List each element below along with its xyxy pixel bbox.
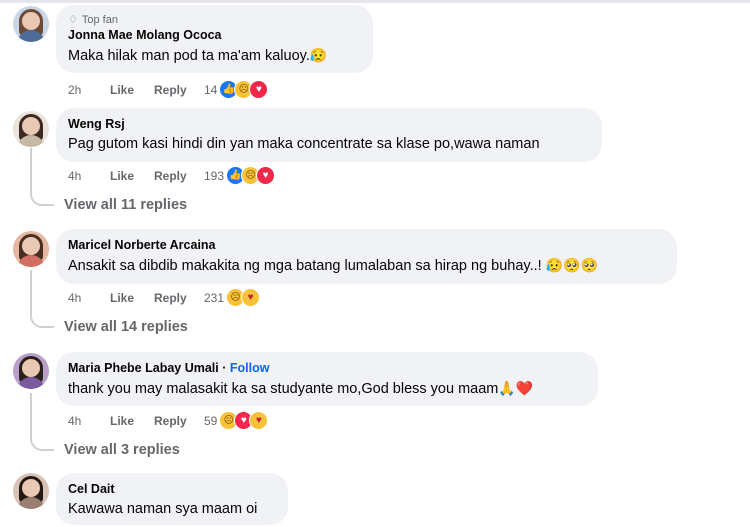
commenter-name[interactable]: Maricel Norberte Arcaina bbox=[68, 237, 665, 253]
sad-emoji: 😥 bbox=[309, 47, 328, 63]
comment-bubble: Maria Phebe Labay Umali · Follow thank y… bbox=[56, 352, 598, 406]
comment-text-content: Maka hilak man pod ta ma'am kaluoy. bbox=[68, 48, 310, 64]
comment-actions: 4h Like Reply 193 👍 ☹ ♥ bbox=[68, 166, 276, 185]
reply-button[interactable]: Reply bbox=[154, 414, 200, 428]
follow-button[interactable]: Follow bbox=[230, 361, 270, 375]
view-replies-link[interactable]: View all 14 replies bbox=[64, 319, 188, 335]
timestamp[interactable]: 2h bbox=[68, 83, 110, 97]
comment-text: Ansakit sa dibdib makakita ng mga batang… bbox=[68, 255, 665, 276]
like-button[interactable]: Like bbox=[110, 291, 154, 305]
top-fan-badge: ♢ Top fan bbox=[68, 13, 361, 27]
commenter-name[interactable]: Maria Phebe Labay Umali bbox=[68, 361, 219, 375]
view-replies-link[interactable]: View all 11 replies bbox=[64, 197, 187, 213]
timestamp[interactable]: 4h bbox=[68, 169, 110, 183]
reply-thread-line bbox=[30, 270, 54, 328]
comment-actions: 4h Like Reply 59 ☹ ♥ ♥ bbox=[68, 411, 269, 430]
reaction-icons[interactable]: ☹ ♥ bbox=[226, 288, 261, 307]
timestamp[interactable]: 4h bbox=[68, 414, 110, 428]
avatar[interactable] bbox=[13, 6, 49, 42]
comment-text: Kawawa naman sya maam oi bbox=[68, 501, 258, 517]
reaction-count[interactable]: 193 bbox=[204, 169, 224, 183]
comment-actions: 4h Like Reply 231 ☹ ♥ bbox=[68, 288, 261, 307]
comment-actions: 2h Like Reply 14 👍 ☹ ♥ bbox=[68, 80, 269, 99]
reaction-icons[interactable]: 👍 ☹ ♥ bbox=[226, 166, 276, 185]
commenter-name[interactable]: Jonna Mae Molang Ococa bbox=[68, 27, 361, 43]
avatar[interactable] bbox=[13, 111, 49, 147]
view-replies-link[interactable]: View all 3 replies bbox=[64, 442, 180, 458]
reply-thread-line bbox=[30, 148, 54, 206]
comment-text: Maka hilak man pod ta ma'am kaluoy.😥 bbox=[68, 45, 361, 66]
like-button[interactable]: Like bbox=[110, 83, 154, 97]
reply-thread-line bbox=[30, 393, 54, 451]
reaction-count[interactable]: 14 bbox=[204, 83, 217, 97]
comment-bubble: ♢ Top fan Jonna Mae Molang Ococa Maka hi… bbox=[56, 5, 373, 73]
comment-text-content: Ansakit sa dibdib makakita ng mga batang… bbox=[68, 258, 542, 274]
care-icon: ♥ bbox=[241, 288, 261, 307]
like-button[interactable]: Like bbox=[110, 414, 154, 428]
comment-text: thank you may malasakit ka sa studyante … bbox=[68, 378, 586, 399]
prayer-heart-emojis: 🙏❤️ bbox=[498, 380, 534, 396]
love-icon: ♥ bbox=[249, 80, 269, 99]
commenter-name[interactable]: Cel Dait bbox=[68, 481, 276, 497]
avatar[interactable] bbox=[13, 231, 49, 267]
comment-text: Pag gutom kasi hindi din yan maka concen… bbox=[68, 136, 540, 152]
diamond-icon: ♢ bbox=[68, 14, 78, 26]
commenter-line: Maria Phebe Labay Umali · Follow bbox=[68, 360, 586, 376]
reply-button[interactable]: Reply bbox=[154, 83, 200, 97]
like-button[interactable]: Like bbox=[110, 169, 154, 183]
badge-label: Top fan bbox=[81, 14, 118, 26]
comment-bubble: Weng Rsj Pag gutom kasi hindi din yan ma… bbox=[56, 108, 602, 162]
reply-button[interactable]: Reply bbox=[154, 169, 200, 183]
reaction-icons[interactable]: 👍 ☹ ♥ bbox=[219, 80, 269, 99]
comment-text-content: thank you may malasakit ka sa studyante … bbox=[68, 381, 499, 397]
reaction-icons[interactable]: ☹ ♥ ♥ bbox=[219, 411, 269, 430]
timestamp[interactable]: 4h bbox=[68, 291, 110, 305]
avatar[interactable] bbox=[13, 473, 49, 509]
reaction-count[interactable]: 59 bbox=[204, 414, 217, 428]
crying-emojis: 😥🥺🥺 bbox=[545, 257, 599, 273]
reply-button[interactable]: Reply bbox=[154, 291, 200, 305]
top-divider bbox=[0, 0, 750, 3]
reaction-count[interactable]: 231 bbox=[204, 291, 224, 305]
commenter-name[interactable]: Weng Rsj bbox=[68, 116, 590, 132]
love-icon: ♥ bbox=[256, 166, 276, 185]
avatar[interactable] bbox=[13, 353, 49, 389]
separator-dot: · bbox=[222, 361, 227, 375]
care-icon: ♥ bbox=[249, 411, 269, 430]
comment-bubble: Maricel Norberte Arcaina Ansakit sa dibd… bbox=[56, 229, 677, 284]
comment-bubble: Cel Dait Kawawa naman sya maam oi bbox=[56, 473, 288, 525]
